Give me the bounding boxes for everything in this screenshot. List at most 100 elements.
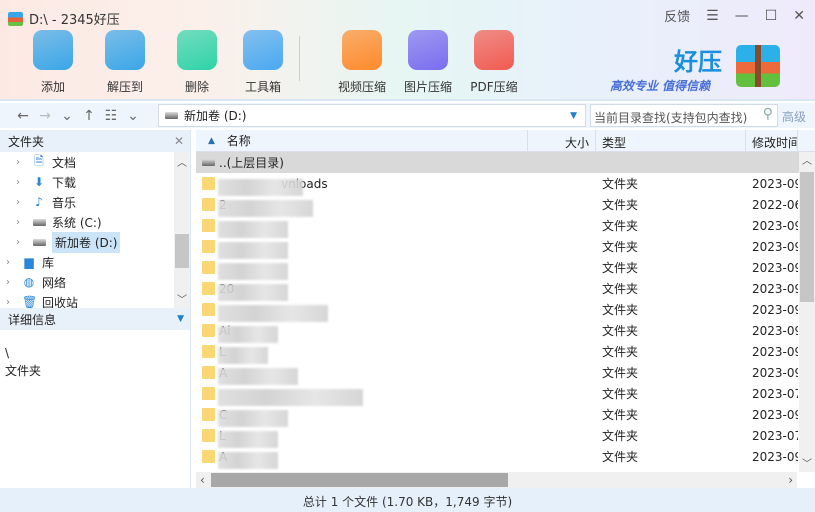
chevron-right-icon[interactable]: › <box>16 177 26 188</box>
file-list: ▲ 名称 大小 类型 修改时间 ..(上层目录) vnloads 文件夹 2023-… <box>196 130 815 488</box>
chevron-right-icon[interactable]: › <box>16 217 26 228</box>
image-compress-icon <box>408 30 448 70</box>
toolbar-button-recycle[interactable]: 删除 <box>167 30 227 95</box>
redacted-name <box>218 325 278 343</box>
tree-item[interactable]: › ⬇ 下载 <box>0 172 190 192</box>
folder-tree: › 🗎 文档 › ⬇ 下载 › ♪ 音乐 › 系统 (C:) › 新加卷 (D:) › ▆ 库 › ◍ 网络 › 🗑 回收… <box>0 152 190 308</box>
tree-item[interactable]: › 🗎 文档 <box>0 152 190 172</box>
minimize-button[interactable]: — <box>735 8 749 24</box>
file-row[interactable]: L文件夹2023-09 <box>196 341 815 364</box>
tree-item[interactable]: › ♪ 音乐 <box>0 192 190 212</box>
folder-icon <box>202 408 215 421</box>
hamburger-icon[interactable]: ☰ <box>706 8 719 24</box>
file-row[interactable]: 20文件夹2023-09 <box>196 278 815 301</box>
redacted-name <box>218 430 278 448</box>
view-dropdown-icon[interactable]: ⌄ <box>122 108 144 124</box>
list-scrollbar[interactable]: ︿ ﹀ <box>799 152 815 472</box>
details-pane: \ 文件夹 <box>5 346 42 378</box>
brand-logo-icon <box>736 45 780 87</box>
tree-item[interactable]: › 系统 (C:) <box>0 212 190 232</box>
file-row[interactable]: 文件夹 2023-09 <box>196 257 815 280</box>
file-row[interactable]: vnloads 文件夹 2023-09 <box>196 173 815 196</box>
redacted-name <box>218 346 268 364</box>
tree-scrollbar[interactable]: ︿ ﹀ <box>174 152 190 308</box>
download-icon: ⬇ <box>33 175 45 189</box>
chevron-right-icon[interactable]: › <box>16 237 26 248</box>
scroll-left-icon[interactable]: ‹ <box>200 473 205 487</box>
drive-icon <box>202 159 215 166</box>
redacted-name <box>218 283 288 301</box>
back-arrow-icon[interactable]: ← <box>12 108 34 124</box>
file-row[interactable]: 文件夹 2023-07 <box>196 383 815 406</box>
up-arrow-icon[interactable]: ↑ <box>78 108 100 124</box>
search-icon[interactable]: ⚲ <box>763 106 773 122</box>
video-compress-icon <box>342 30 382 70</box>
redacted-name <box>218 221 288 238</box>
file-row[interactable]: 文件夹 2023-09 <box>196 215 815 238</box>
feedback-button[interactable]: 反馈 <box>664 6 690 25</box>
file-row[interactable]: L文件夹2023-07 <box>196 425 815 448</box>
file-row[interactable]: C文件夹2023-09 <box>196 404 815 427</box>
horizontal-scrollbar[interactable]: ‹ › <box>196 472 797 488</box>
scrollbar-thumb[interactable] <box>211 473 508 487</box>
toolbar-button-pdf-compress[interactable]: PDF压缩 <box>464 30 524 95</box>
chevron-right-icon[interactable]: › <box>16 157 26 168</box>
toolbar-button-video-compress[interactable]: 视频压缩 <box>332 30 392 95</box>
redacted-name <box>218 178 303 196</box>
column-modified[interactable]: 修改时间 <box>746 130 798 151</box>
redacted-name <box>218 409 288 427</box>
toolbar-button-image-compress[interactable]: 图片压缩 <box>398 30 458 95</box>
toolbox-icon <box>243 30 283 70</box>
file-row[interactable]: Ai文件夹2023-09 <box>196 320 815 343</box>
close-icon[interactable]: ✕ <box>174 134 184 148</box>
search-input[interactable]: 当前目录查找(支持包内查找) ⚲ <box>590 104 778 127</box>
recycle-bin-icon: 🗑 <box>22 295 38 308</box>
address-bar[interactable]: 新加卷 (D:) ▼ <box>158 104 586 127</box>
file-row[interactable]: 2文件夹2022-06 <box>196 194 815 217</box>
folder-icon <box>202 366 215 379</box>
scrollbar-thumb[interactable] <box>800 172 814 302</box>
chevron-right-icon[interactable]: › <box>16 197 26 208</box>
scroll-down-icon[interactable]: ﹀ <box>799 455 815 470</box>
scroll-right-icon[interactable]: › <box>788 473 793 487</box>
redacted-name <box>218 367 298 385</box>
file-row[interactable]: 文件夹 2023-09 <box>196 299 815 322</box>
file-row[interactable]: A文件夹2023-09 <box>196 446 815 469</box>
folder-icon <box>202 198 215 211</box>
forward-arrow-icon[interactable]: → <box>34 108 56 124</box>
collapse-icon[interactable]: ▼ <box>177 314 184 324</box>
chevron-right-icon[interactable]: › <box>6 257 16 268</box>
chevron-right-icon[interactable]: › <box>6 297 16 308</box>
scrollbar-thumb[interactable] <box>175 234 189 268</box>
tree-item[interactable]: › 🗑 回收站 <box>0 292 190 308</box>
file-row[interactable]: A文件夹2023-09 <box>196 362 815 385</box>
file-row[interactable]: 文件夹 2023-09 <box>196 236 815 259</box>
close-button[interactable]: ✕ <box>793 8 805 24</box>
folder-icon <box>202 429 215 442</box>
title-toolbar-area: D:\ - 2345好压 反馈 ☰ — ☐ ✕ 添加 解压到 删除 工具箱 视频压缩 图片… <box>0 0 815 101</box>
toolbar-button-add-archive[interactable]: 添加 <box>23 30 83 95</box>
maximize-button[interactable]: ☐ <box>765 8 778 24</box>
chevron-right-icon[interactable]: › <box>6 277 16 288</box>
tree-item[interactable]: › ◍ 网络 <box>0 272 190 292</box>
folder-icon <box>202 282 215 295</box>
scroll-down-icon[interactable]: ﹀ <box>174 291 190 306</box>
advanced-search-button[interactable]: 高级 <box>782 108 806 125</box>
folder-icon <box>202 177 215 190</box>
scroll-up-icon[interactable]: ︿ <box>174 154 190 169</box>
parent-directory-row[interactable]: ..(上层目录) <box>196 152 815 173</box>
view-mode-icon[interactable]: ☷ <box>100 108 122 124</box>
toolbar-button-toolbox[interactable]: 工具箱 <box>233 30 293 95</box>
history-dropdown-icon[interactable]: ⌄ <box>56 108 78 124</box>
column-name[interactable]: ▲ 名称 <box>196 130 528 151</box>
window-title: D:\ - 2345好压 <box>8 9 120 28</box>
toolbar-button-extract[interactable]: 解压到 <box>95 30 155 95</box>
tree-item[interactable]: › ▆ 库 <box>0 252 190 272</box>
column-size[interactable]: 大小 <box>528 130 596 151</box>
library-icon: ▆ <box>24 255 34 269</box>
scroll-up-icon[interactable]: ︿ <box>799 152 815 167</box>
address-dropdown-icon[interactable]: ▼ <box>570 111 577 121</box>
column-type[interactable]: 类型 <box>596 130 746 151</box>
tree-item[interactable]: › 新加卷 (D:) <box>0 231 190 253</box>
app-icon <box>8 11 23 26</box>
